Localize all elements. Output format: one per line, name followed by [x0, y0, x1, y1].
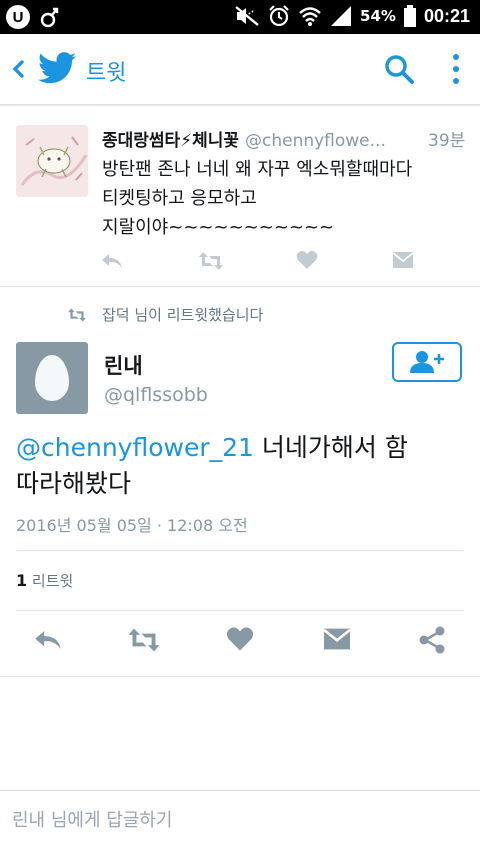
twitter-bird-icon [38, 52, 76, 84]
share-icon[interactable] [418, 626, 446, 658]
tweet-avatar[interactable] [16, 125, 88, 197]
divider [16, 610, 464, 611]
divider [16, 550, 464, 551]
status-bar: U 54% 00:21 [0, 0, 480, 34]
reply-input[interactable] [10, 809, 454, 832]
bluetooth-icon [40, 7, 59, 28]
tweet-text: 방탄팬 존나 너네 왜 자꾸 엑소뭐할때마다 티켓팅하고 응모하고 지랄이야~~… [102, 155, 472, 242]
main-tweet-actions [0, 622, 480, 662]
retweet-count-number: 1 [16, 571, 28, 590]
reply-bar [0, 790, 480, 854]
tweet-date: 2016년 05월 05일 · 12:08 오전 [16, 516, 248, 535]
retweet-count-label: 리트윗 [27, 572, 74, 590]
divider [0, 676, 480, 677]
clock: 00:21 [423, 5, 470, 26]
retweet-small-icon [68, 307, 86, 322]
search-icon[interactable] [382, 52, 416, 86]
tweet-time: 39분 [428, 131, 466, 151]
app-bar-shadow [0, 104, 480, 107]
wifi-icon [299, 7, 321, 26]
main-tweet-text-line: 너네가해서 함 [253, 433, 408, 462]
retweet-notice: 잡덕 님이 리트윗했습니다 [66, 304, 263, 325]
tweet-text-line: 지랄이야~~~~~~~~~~~ [102, 217, 335, 238]
retweet-count[interactable]: 1 리트윗 [16, 570, 73, 591]
alarm-icon [269, 5, 289, 27]
battery-percent: 54% [360, 7, 396, 25]
reply-icon[interactable] [32, 626, 64, 658]
main-tweet-text-line: 따라해봤다 [16, 469, 132, 498]
page-title: 트윗 [86, 61, 127, 86]
back-icon[interactable] [8, 54, 28, 84]
tweet-actions [100, 250, 420, 276]
retweet-icon[interactable] [126, 626, 162, 658]
author-name[interactable]: 린내 [104, 350, 143, 380]
signal-icon [331, 6, 352, 26]
like-icon[interactable] [226, 626, 254, 656]
reply-icon[interactable] [100, 250, 124, 276]
divider [0, 286, 480, 287]
author-handle[interactable]: @qlflssobb [104, 384, 208, 406]
tweet-author[interactable]: 종대랑썸타⚡체니꽃 @chennyflowe... [102, 126, 386, 151]
mute-icon [235, 6, 259, 26]
tweet-text-line: 티켓팅하고 응모하고 [102, 188, 257, 209]
app-bar: 트윗 [0, 34, 480, 105]
like-icon[interactable] [296, 250, 318, 274]
tweet-text-line: 방탄팬 존나 너네 왜 자꾸 엑소뭐할때마다 [102, 159, 413, 180]
mention-link[interactable]: @chennyflower_21 [16, 433, 254, 462]
retweet-notice-text[interactable]: 잡덕 님이 리트윗했습니다 [102, 304, 263, 325]
message-icon[interactable] [322, 626, 352, 656]
tweet-author-name: 종대랑썸타⚡체니꽃 [102, 131, 240, 151]
follow-button[interactable] [392, 342, 462, 382]
message-icon[interactable] [392, 250, 414, 274]
more-vert-icon[interactable] [444, 52, 468, 86]
author-avatar[interactable] [16, 342, 88, 414]
main-tweet-text: @chennyflower_21 너네가해서 함 따라해봤다 [16, 430, 464, 502]
retweet-icon[interactable] [198, 250, 224, 276]
tweet-author-handle: @chennyflowe... [244, 131, 386, 151]
add-user-icon [410, 351, 444, 373]
u-plus-icon: U [6, 5, 30, 29]
egg-icon [35, 355, 69, 401]
battery-icon [403, 5, 416, 27]
